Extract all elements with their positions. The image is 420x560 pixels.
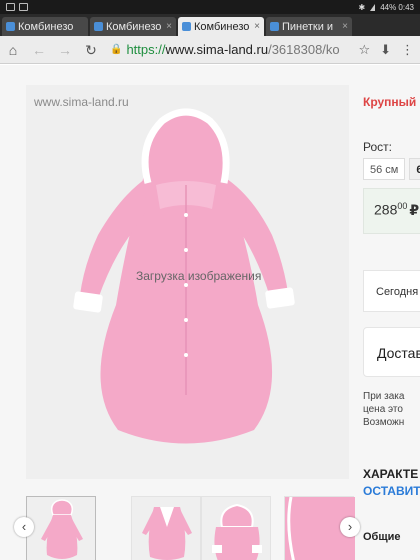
page-content: www.sima-land.ru Загрузка изображения ‹ … [0,65,420,560]
size-label: Рост: [363,140,392,154]
price-cents: 00 [397,201,408,211]
forward-icon[interactable]: → [58,43,72,57]
price-box: 28800 ₽ [363,188,420,234]
thumbnail-gallery: ‹ › [14,490,364,560]
close-tab-icon[interactable]: × [342,21,348,32]
favicon-icon [94,22,103,31]
thumbnail-2[interactable] [131,496,201,560]
browser-tab-1[interactable]: Комбинезо [2,17,88,36]
thumbnail-3[interactable] [201,496,271,560]
home-icon[interactable]: ⌂ [6,43,20,57]
favicon-icon [6,22,15,31]
order-note-line-3: Возможн [363,417,405,428]
order-note-line-2: цена это [363,404,403,415]
today-text: Сегодня [376,286,419,298]
price-main: 288 [374,201,398,218]
order-note-line-1: При зака [363,391,405,402]
lock-icon: 🔒 [110,44,123,55]
product-info-column: Крупный Рост: 56 см 62 28800₽ Сегодня До… [362,65,420,560]
size-option-62[interactable]: 62 [409,158,420,180]
browser-toolbar: ⌂ ← → ↻ 🔒 https:// www.sima-land.ru /361… [0,36,420,64]
back-icon[interactable]: ← [32,43,46,57]
browser-tab-3-active[interactable]: Комбинезо × [178,17,264,36]
url-host: www.sima-land.ru [165,42,269,57]
notification-icon [19,3,28,11]
status-bar: ✱ 44% 0:43 [0,0,420,14]
favicon-icon [182,22,191,31]
download-icon[interactable]: ⬇ [380,42,391,58]
address-bar[interactable]: 🔒 https:// www.sima-land.ru /3618308/ko [110,42,346,57]
product-main-image[interactable]: www.sima-land.ru Загрузка изображения [26,85,349,479]
today-availability: Сегодня [363,270,420,312]
delivery-button[interactable]: Достав [363,327,420,377]
favicon-icon [270,22,279,31]
gallery-notification-icon [6,3,15,11]
browser-tab-2[interactable]: Комбинезо × [90,17,176,36]
order-note: При зака цена это Возможн [363,390,404,429]
size-option-56[interactable]: 56 см [363,158,406,180]
thumbnail-garment-hood [212,503,262,560]
characteristics-heading[interactable]: ХАРАКТЕ [363,467,418,481]
browser-tab-4[interactable]: Пинетки и × [266,17,352,36]
url-scheme: https:// [126,42,166,57]
status-text: 44% 0:43 [380,2,414,12]
bluetooth-icon: ✱ [358,2,366,12]
reload-icon[interactable]: ↻ [84,43,98,57]
price-currency: ₽ [409,201,420,218]
size-selector: 56 см 62 [363,158,420,180]
close-tab-icon[interactable]: × [166,21,172,32]
signal-icon [370,3,376,11]
close-tab-icon[interactable]: × [254,21,260,32]
leave-review-link[interactable]: ОСТАВИТ [363,484,420,498]
thumbnails-prev-arrow[interactable]: ‹ [14,517,34,537]
thumbnails-next-arrow[interactable]: › [340,517,360,537]
tab-strip: Комбинезо Комбинезо × Комбинезо × Пинетк… [0,14,420,36]
thumbnail-garment-open [142,507,192,560]
delivery-text: Достав [377,345,420,361]
thumbnail-garment-front [41,499,83,559]
image-loading-text: Загрузка изображения [136,269,262,283]
url-path: /3618308/ko [268,42,340,57]
common-section-heading: Общие [363,531,401,543]
brand-label[interactable]: Крупный [363,95,416,109]
menu-icon[interactable]: ⋮ [401,42,414,58]
star-icon[interactable]: ☆ [358,42,370,58]
thumbnail-1[interactable] [26,496,96,560]
